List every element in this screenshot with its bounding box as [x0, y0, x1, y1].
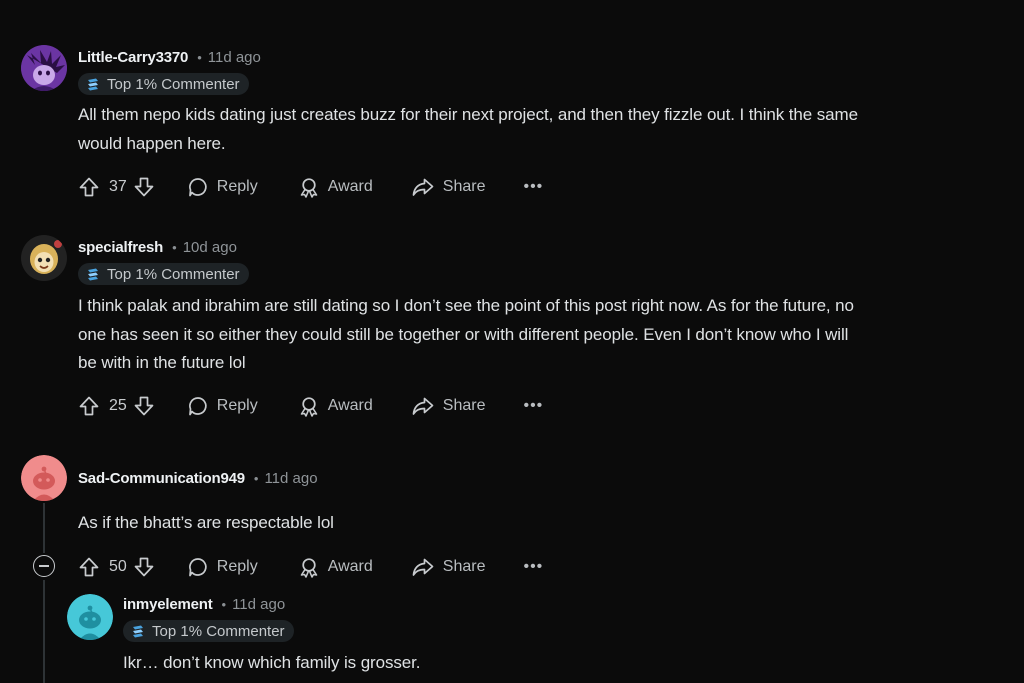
comment-body-line: As if the bhatt’s are respectable lol	[78, 513, 334, 532]
comment-body: As if the bhatt’s are respectable lol	[78, 509, 1018, 538]
comment-meta: inmyelement • 11d ago	[123, 596, 285, 613]
vote-group: 50	[78, 556, 155, 578]
award-label: Award	[327, 558, 373, 575]
minus-icon	[39, 565, 49, 567]
author-name[interactable]: Sad-Communication949	[78, 470, 245, 487]
author-name[interactable]: inmyelement	[123, 596, 213, 613]
reply-label: Reply	[216, 558, 258, 575]
separator-dot: •	[253, 471, 259, 486]
avatar[interactable]	[67, 594, 113, 640]
vote-count: 50	[109, 558, 127, 575]
comment-actions: 50 Reply Award Share •••	[78, 554, 543, 580]
reply-button[interactable]: Reply	[187, 556, 258, 578]
timestamp[interactable]: 11d ago	[232, 596, 285, 613]
more-options-button[interactable]: •••	[523, 558, 543, 576]
comment-meta: Sad-Communication949 • 11d ago	[78, 470, 318, 487]
default-snoo-avatar-icon	[21, 455, 67, 501]
share-button[interactable]: Share	[411, 556, 486, 578]
comment-thread: Little-Carry3370 • 11d ago Top 1% Commen…	[0, 0, 1024, 683]
flair-label: Top 1% Commenter	[152, 622, 285, 640]
award-icon	[300, 558, 318, 578]
timestamp[interactable]: 11d ago	[264, 470, 317, 487]
avatar[interactable]	[21, 455, 67, 501]
share-label: Share	[442, 558, 486, 575]
comment-body-line: Ikr… don’t know which family is grosser.	[123, 653, 421, 672]
award-button[interactable]: Award	[298, 556, 373, 578]
upvote-icon[interactable]	[78, 556, 100, 578]
collapse-thread-button[interactable]	[33, 555, 55, 577]
comment-bubble-icon	[188, 558, 207, 577]
default-snoo-avatar-icon	[67, 594, 113, 640]
comment-body: Ikr… don’t know which family is grosser.	[123, 649, 1003, 678]
comment: Sad-Communication949 • 11d ago As if the…	[0, 0, 1024, 683]
separator-dot: •	[221, 597, 227, 612]
commenter-badge-icon	[133, 625, 143, 638]
downvote-icon[interactable]	[133, 556, 155, 578]
share-arrow-icon	[412, 558, 434, 576]
user-flair: Top 1% Commenter	[123, 620, 294, 642]
